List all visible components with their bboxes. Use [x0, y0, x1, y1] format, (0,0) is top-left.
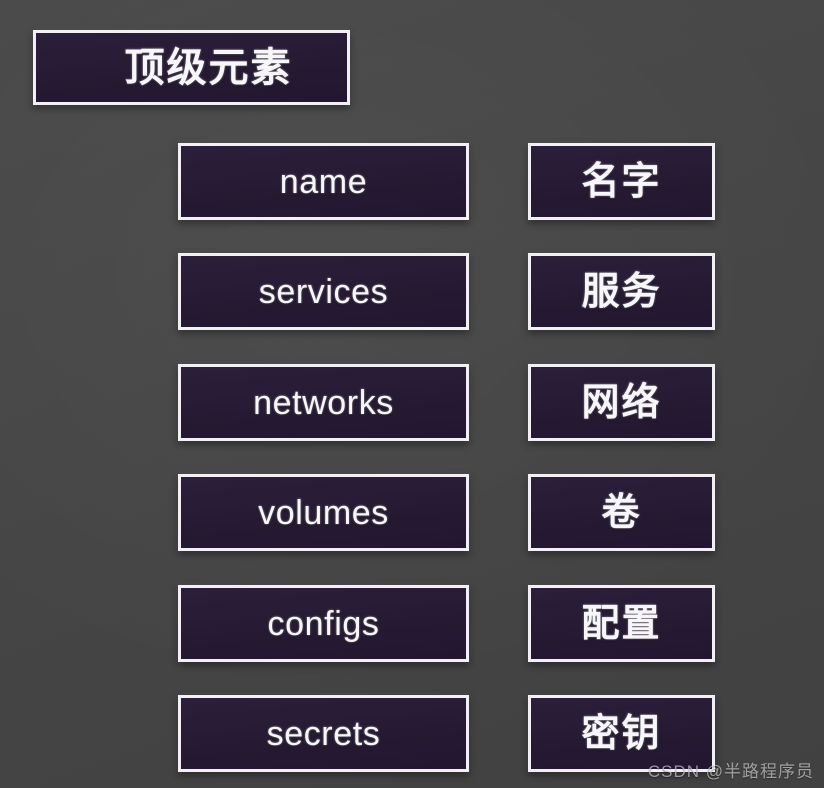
value-box-networks: 网络 [528, 364, 715, 441]
value-label-secrets: 密钥 [581, 712, 662, 755]
key-box-volumes: volumes [178, 474, 469, 551]
value-box-name: 名字 [528, 143, 715, 220]
diagram-canvas: 顶级元素 name 名字 services 服务 networks 网络 vol… [0, 0, 824, 788]
key-box-name: name [178, 143, 469, 220]
title-box: 顶级元素 [33, 30, 350, 105]
key-label-secrets: secrets [266, 714, 381, 753]
key-label-volumes: volumes [258, 493, 389, 532]
value-box-configs: 配置 [528, 585, 715, 662]
value-label-name: 名字 [581, 160, 662, 203]
value-label-services: 服务 [581, 270, 662, 313]
key-label-networks: networks [253, 383, 394, 422]
key-box-secrets: secrets [178, 695, 469, 772]
key-box-networks: networks [178, 364, 469, 441]
value-box-secrets: 密钥 [528, 695, 715, 772]
value-label-configs: 配置 [581, 602, 662, 645]
value-label-volumes: 卷 [601, 491, 642, 534]
value-box-services: 服务 [528, 253, 715, 330]
key-box-services: services [178, 253, 469, 330]
key-label-configs: configs [267, 604, 380, 643]
title-label: 顶级元素 [124, 45, 293, 90]
key-label-services: services [258, 272, 389, 311]
value-label-networks: 网络 [581, 381, 662, 424]
value-box-volumes: 卷 [528, 474, 715, 551]
key-box-configs: configs [178, 585, 469, 662]
key-label-name: name [279, 162, 368, 201]
